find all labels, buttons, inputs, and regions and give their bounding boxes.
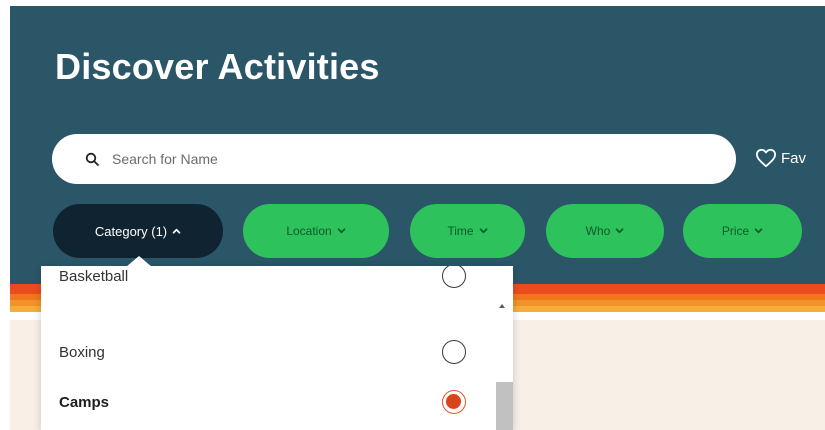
chevron-down-icon bbox=[337, 228, 346, 234]
scroll-up-arrow-icon[interactable] bbox=[499, 304, 505, 308]
page-title: Discover Activities bbox=[55, 46, 380, 87]
radio-button-selected[interactable] bbox=[442, 390, 466, 414]
filter-time-label: Time bbox=[447, 224, 474, 238]
filter-location-label: Location bbox=[286, 224, 332, 238]
radio-button[interactable] bbox=[442, 340, 466, 364]
option-camps[interactable]: Camps bbox=[41, 378, 496, 426]
filter-category[interactable]: Category (1) bbox=[53, 204, 223, 258]
scrollbar-thumb[interactable] bbox=[496, 382, 513, 430]
favorites-label: Fav bbox=[781, 149, 807, 167]
category-dropdown: Basketball Boxing Camps bbox=[41, 266, 513, 430]
chevron-down-icon bbox=[615, 228, 624, 234]
favorites-link[interactable]: Fav bbox=[755, 146, 806, 170]
option-label: Basketball bbox=[59, 267, 129, 285]
filter-who-label: Who bbox=[585, 224, 611, 238]
chevron-up-icon bbox=[172, 228, 181, 234]
search-input[interactable] bbox=[110, 150, 674, 168]
search-bar[interactable] bbox=[52, 134, 736, 184]
search-icon bbox=[85, 152, 99, 166]
heart-outline-icon bbox=[756, 148, 776, 168]
radio-button[interactable] bbox=[442, 266, 466, 288]
filter-who[interactable]: Who bbox=[546, 204, 664, 258]
filter-price-label: Price bbox=[721, 224, 750, 238]
chevron-down-icon bbox=[479, 228, 487, 234]
option-label: Boxing bbox=[59, 343, 105, 361]
filter-location[interactable]: Location bbox=[243, 204, 389, 258]
option-basketball[interactable]: Basketball bbox=[41, 266, 496, 300]
filter-price[interactable]: Price bbox=[683, 204, 802, 258]
filter-time[interactable]: Time bbox=[410, 204, 525, 258]
filter-category-label: Category (1) bbox=[94, 223, 168, 239]
chevron-down-icon bbox=[754, 228, 763, 234]
dropdown-caret bbox=[126, 256, 152, 267]
option-label: Camps bbox=[59, 393, 110, 411]
option-boxing[interactable]: Boxing bbox=[41, 328, 496, 376]
